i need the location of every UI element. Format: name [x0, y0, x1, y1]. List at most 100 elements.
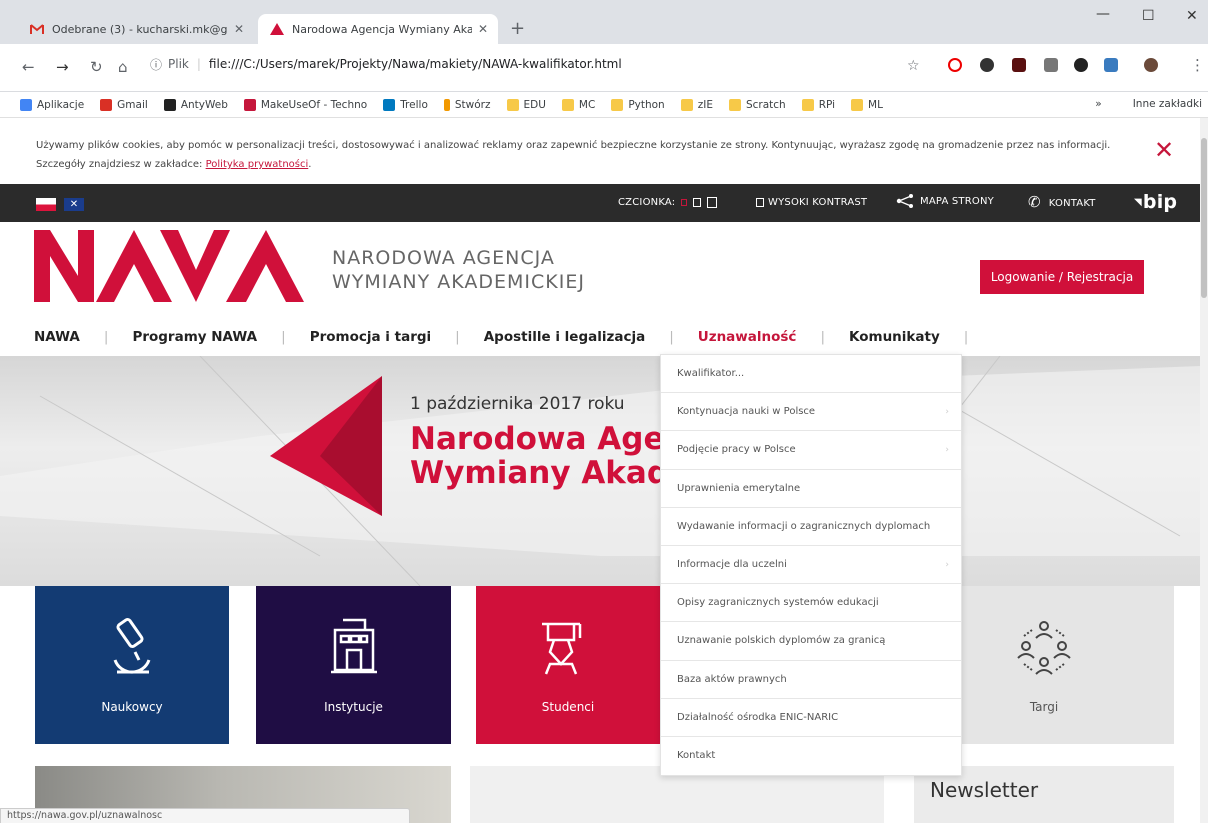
bookmark-item[interactable]: Aplikacje: [20, 98, 84, 111]
bip-link[interactable]: ◥ bip: [1134, 191, 1177, 213]
graduate-icon: [541, 622, 581, 675]
minimize-icon[interactable]: —: [1096, 6, 1110, 22]
web-page: Używamy plików cookies, aby pomóc w pers…: [0, 118, 1200, 823]
bookmark-item[interactable]: Gmail: [100, 98, 148, 111]
dropdown-item[interactable]: Kwalifikator...: [661, 355, 961, 394]
folder-icon: [506, 98, 519, 111]
bookmark-item[interactable]: AntyWeb: [163, 98, 228, 111]
nawa-favicon-icon: [270, 22, 284, 36]
url-text[interactable]: file:///C:/Users/marek/Projekty/Nawa/mak…: [209, 57, 622, 71]
font-large-button[interactable]: [707, 197, 718, 208]
home-icon[interactable]: ⌂: [118, 58, 128, 76]
opera-icon[interactable]: [948, 58, 962, 72]
back-icon[interactable]: ←: [22, 58, 35, 76]
contact-link[interactable]: ✆ KONTAKT: [1028, 193, 1096, 211]
reload-icon[interactable]: ↻: [90, 58, 103, 76]
extension-icon[interactable]: [1104, 58, 1118, 72]
folder-icon: [728, 98, 741, 111]
bookmark-item[interactable]: MakeUseOf - Techno: [243, 98, 367, 111]
bookmark-folder[interactable]: Scratch: [728, 98, 786, 111]
chevron-right-icon: ›: [945, 559, 949, 570]
font-medium-button[interactable]: [693, 198, 702, 207]
tab-nawa[interactable]: Narodowa Agencja Wymiany Aka ✕: [258, 14, 498, 44]
maximize-icon[interactable]: ☐: [1142, 8, 1155, 24]
close-tab-icon[interactable]: ✕: [234, 22, 244, 36]
extension-icon[interactable]: [1074, 58, 1088, 72]
dropdown-item[interactable]: Podjęcie pracy w Polsce ›: [661, 431, 961, 470]
dropdown-item[interactable]: Baza aktów prawnych: [661, 661, 961, 699]
dropdown-item[interactable]: Informacje dla uczelni ›: [661, 546, 961, 585]
nav-item-uznawalnosc[interactable]: Uznawalność: [698, 329, 797, 345]
divider: |: [196, 57, 201, 71]
contrast-icon: [756, 198, 764, 207]
polish-flag-icon[interactable]: [36, 198, 56, 211]
info-icon[interactable]: ⓘ: [150, 56, 162, 73]
tile-label: Studenci: [541, 700, 595, 714]
dropdown-item[interactable]: Opisy zagranicznych systemów edukacji: [661, 584, 961, 623]
browser-window: Odebrane (3) - kucharski.mk@gm ✕ Narodow…: [0, 0, 1208, 823]
menu-icon[interactable]: ⋮: [1190, 56, 1205, 74]
dropdown-item[interactable]: Działalność ośrodka ENIC-NARIC: [661, 699, 961, 737]
dropdown-item[interactable]: Kontynuacja nauki w Polsce ›: [661, 393, 961, 432]
scrollbar-thumb[interactable]: [1201, 138, 1207, 298]
bookmark-folder[interactable]: EDU: [506, 98, 546, 111]
other-bookmarks[interactable]: Inne zakładki: [1133, 98, 1202, 110]
font-small-button[interactable]: [681, 199, 688, 206]
folder-icon: [680, 98, 693, 111]
address-bar[interactable]: ⓘ Plik | file:///C:/Users/marek/Projekty…: [150, 52, 926, 76]
bookmarks-overflow: » Inne zakładki: [1095, 98, 1202, 110]
bookmark-folder[interactable]: MC: [561, 98, 595, 111]
bookmark-item[interactable]: Trello: [383, 98, 428, 111]
bookmark-folder[interactable]: Python: [611, 98, 665, 111]
tab-gmail[interactable]: Odebrane (3) - kucharski.mk@gm ✕: [18, 14, 254, 44]
dropdown-item[interactable]: Kontakt: [661, 737, 961, 775]
nav-item-promocja[interactable]: Promocja i targi: [310, 329, 431, 345]
dropdown-item[interactable]: Uprawnienia emerytalne: [661, 470, 961, 508]
bookmark-folder[interactable]: RPi: [801, 98, 835, 111]
antyweb-icon: [163, 98, 176, 111]
privacy-policy-link[interactable]: Polityka prywatności: [206, 159, 309, 170]
hero-banner: 1 października 2017 roku Narodowa Agen W…: [0, 356, 1200, 586]
extension-icon[interactable]: [1012, 58, 1026, 72]
nawa-logo[interactable]: [34, 230, 304, 302]
high-contrast-button[interactable]: WYSOKI KONTRAST: [756, 197, 867, 208]
bookmark-item[interactable]: Stwórz: [443, 98, 491, 111]
bookmark-folder[interactable]: zIE: [680, 98, 713, 111]
trello-icon: [383, 98, 396, 111]
close-tab-icon[interactable]: ✕: [478, 22, 488, 36]
nav-item-apostille[interactable]: Apostille i legalizacja: [484, 329, 645, 345]
network-icon: [1017, 621, 1071, 675]
tile-label: Naukowcy: [101, 700, 163, 714]
dropdown-item[interactable]: Uznawanie polskich dyplomów za granicą: [661, 622, 961, 661]
nav-item-komunikaty[interactable]: Komunikaty: [849, 329, 940, 345]
agency-name: NARODOWA AGENCJA WYMIANY AKADEMICKIEJ: [332, 247, 585, 293]
close-cookie-icon[interactable]: ✕: [1154, 138, 1174, 162]
font-size-control: CZCIONKA:: [618, 197, 718, 208]
tile-instytucje[interactable]: Instytucje: [256, 586, 451, 744]
extension-icon[interactable]: [980, 58, 994, 72]
login-register-button[interactable]: Logowanie / Rejestracja: [980, 260, 1144, 294]
bookmark-star-icon[interactable]: ☆: [907, 58, 920, 74]
folder-icon: [801, 98, 814, 111]
site-header: NARODOWA AGENCJA WYMIANY AKADEMICKIEJ Lo…: [0, 222, 1200, 318]
avatar[interactable]: [1144, 58, 1158, 72]
nav-item-nawa[interactable]: NAWA: [34, 329, 80, 345]
more-bookmarks-button[interactable]: »: [1095, 98, 1101, 110]
sitemap-link[interactable]: MAPA STRONY: [896, 194, 994, 208]
forward-icon[interactable]: →: [56, 58, 69, 76]
cookie-text: Używamy plików cookies, aby pomóc w pers…: [36, 140, 1111, 151]
tile-studenci[interactable]: Studenci: [476, 586, 660, 744]
cookie-details: Szczegóły znajdziesz w zakładce: Polityk…: [36, 159, 312, 170]
uk-flag-icon[interactable]: ✕: [64, 198, 84, 211]
tile-naukowcy[interactable]: Naukowcy: [35, 586, 229, 744]
tab-title: Odebrane (3) - kucharski.mk@gm: [52, 22, 228, 36]
close-window-icon[interactable]: ✕: [1186, 8, 1198, 24]
page-scrollbar[interactable]: [1200, 118, 1208, 823]
nav-item-programy[interactable]: Programy NAWA: [132, 329, 257, 345]
dropdown-item[interactable]: Wydawanie informacji o zagranicznych dyp…: [661, 508, 961, 546]
scheme-label: Plik: [168, 57, 189, 71]
new-tab-button[interactable]: +: [510, 18, 525, 39]
share-icon: [896, 194, 913, 208]
shield-icon[interactable]: [1044, 58, 1058, 72]
bookmark-folder[interactable]: ML: [851, 98, 883, 111]
